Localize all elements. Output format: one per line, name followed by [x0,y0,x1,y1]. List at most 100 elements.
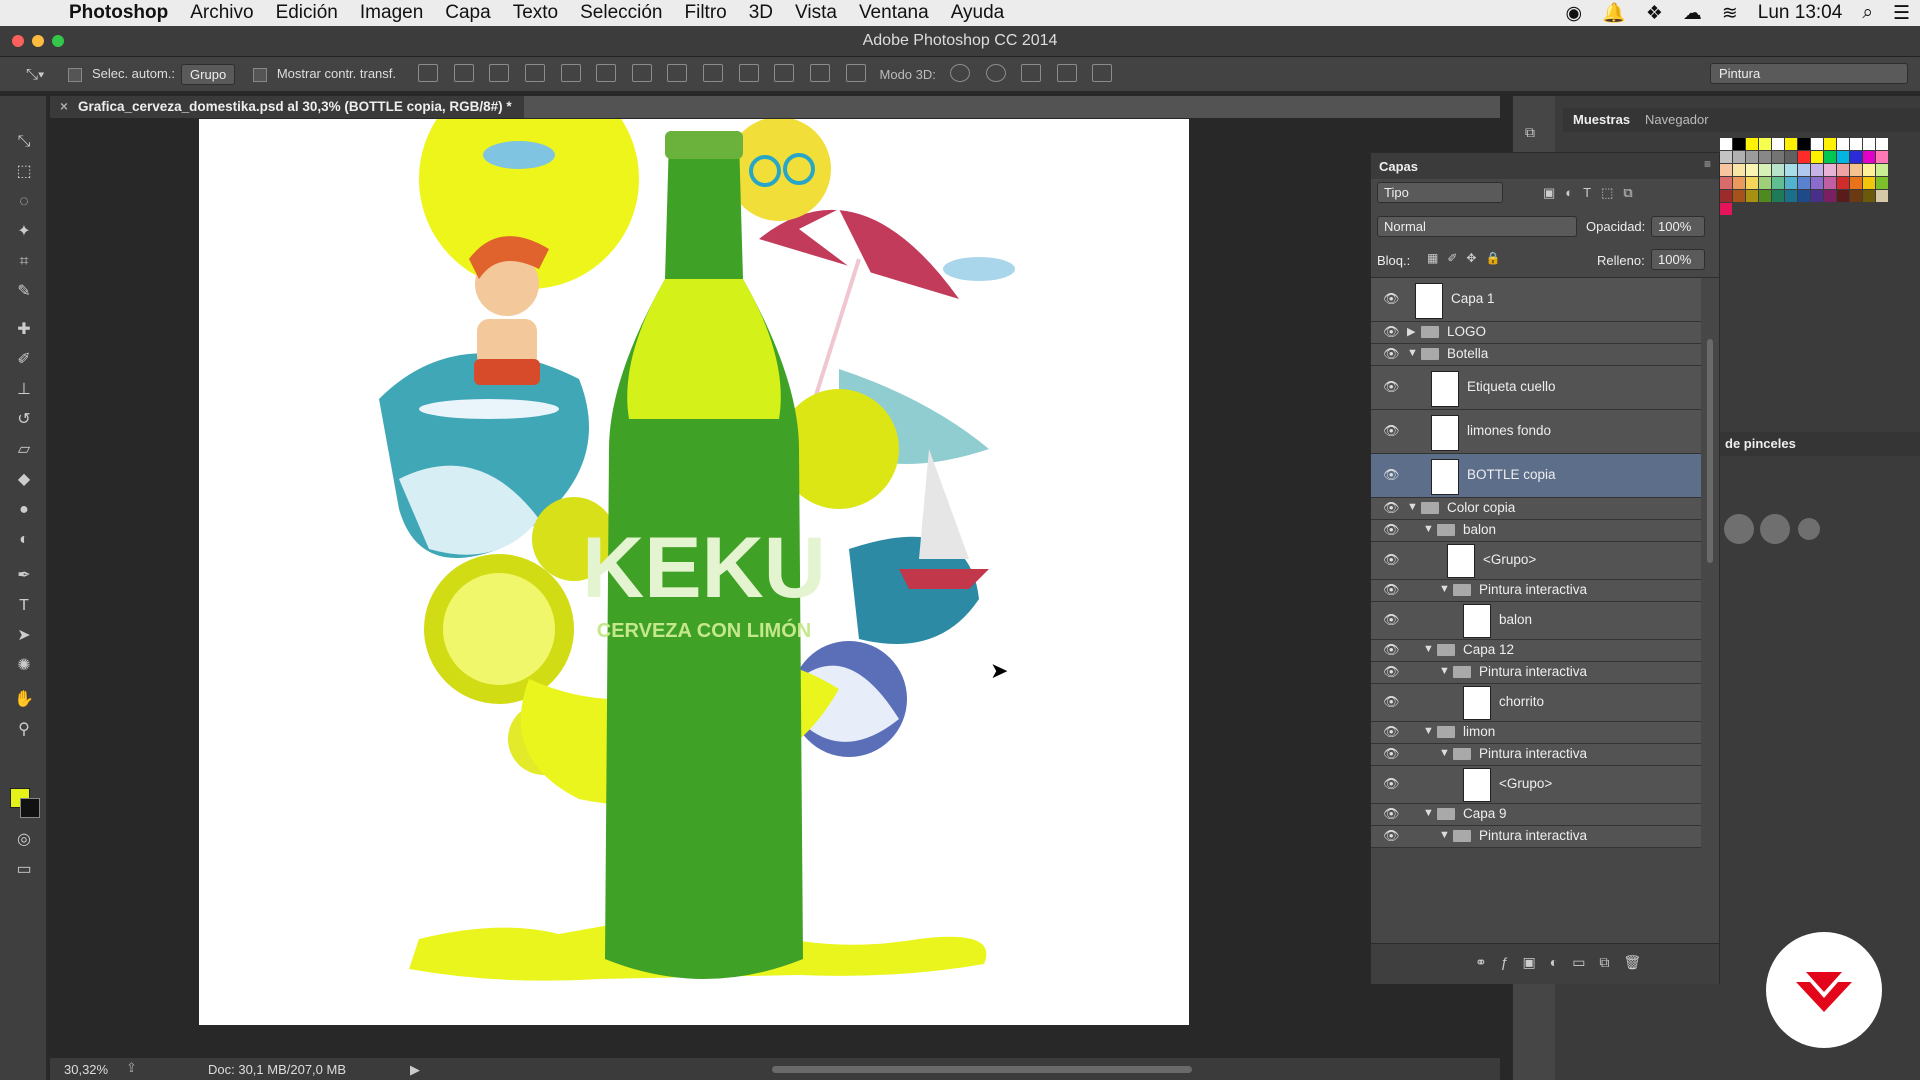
visibility-eye-icon[interactable]: 👁 [1383,291,1400,307]
collapse-group-icon[interactable]: ▼ [1423,807,1434,819]
visibility-eye-icon[interactable]: 👁 [1383,664,1400,680]
document-canvas[interactable]: KEKU CERVEZA CON LIMÓN [199,119,1189,1025]
color-swatch[interactable] [1837,164,1849,176]
doc-size-info[interactable]: Doc: 30,1 MB/207,0 MB [208,1062,346,1077]
lasso-tool-icon[interactable]: ◌ [14,192,34,212]
align-hcenter-icon[interactable] [560,63,581,82]
background-color-swatch[interactable] [20,798,40,818]
layer-actions-icons[interactable]: ⚭ƒ▣◐▭⧉🗑 [1475,954,1655,971]
color-swatch[interactable] [1876,151,1888,163]
color-swatch[interactable] [1785,164,1797,176]
color-swatch[interactable] [1850,138,1862,150]
color-swatch[interactable] [1850,177,1862,189]
distribute-bottom-icon[interactable] [703,63,724,82]
opacity-field[interactable]: 100% [1651,216,1705,237]
color-swatch[interactable] [1863,164,1875,176]
visibility-eye-icon[interactable]: 👁 [1383,776,1400,792]
color-swatch[interactable] [1824,177,1836,189]
menu-archivo[interactable]: Archivo [179,2,264,24]
brush-tool-icon[interactable]: ✐ [14,350,34,370]
blur-tool-icon[interactable]: ● [14,500,34,520]
color-swatch[interactable] [1759,151,1771,163]
auto-select-dropdown[interactable]: Grupo [181,63,236,85]
zoom-tool-icon[interactable]: ⚲ [14,720,34,740]
move-tool-preset-icon[interactable]: ⤡▾ [26,66,44,83]
marquee-tool-icon[interactable]: ⬚ [14,162,34,182]
visibility-eye-icon[interactable]: 👁 [1383,828,1400,844]
menu-imagen[interactable]: Imagen [349,2,434,24]
color-swatch[interactable] [1863,151,1875,163]
color-swatch[interactable] [1811,164,1823,176]
layer-row[interactable]: 👁 chorrito [1371,684,1701,722]
visibility-eye-icon[interactable]: 👁 [1383,324,1400,340]
color-swatch[interactable] [1824,190,1836,202]
record-icon[interactable]: ◉ [1566,2,1583,25]
visibility-eye-icon[interactable]: 👁 [1383,746,1400,762]
type-tool-icon[interactable]: T [14,596,34,616]
color-swatch[interactable] [1720,177,1732,189]
custom-shape-tool-icon[interactable]: ✺ [14,656,34,676]
color-swatch[interactable] [1759,164,1771,176]
panel-menu-icon[interactable]: ≡ [1704,157,1711,171]
layer-row[interactable]: 👁 <Grupo> [1371,542,1701,580]
hand-tool-icon[interactable]: ✋ [14,690,34,710]
layer-group-row[interactable]: 👁 ▼ Color copia [1371,498,1701,520]
visibility-eye-icon[interactable]: 👁 [1383,500,1400,516]
layer-group-row[interactable]: 👁 ▼ Capa 9 [1371,804,1701,826]
distribute-right-icon[interactable] [809,63,830,82]
color-swatch[interactable] [1876,164,1888,176]
layer-filter-icons[interactable]: ▣◐T⬚⧉ [1543,185,1643,201]
visibility-eye-icon[interactable]: 👁 [1383,694,1400,710]
collapse-group-icon[interactable]: ▼ [1439,665,1450,677]
color-swatch[interactable] [1733,164,1745,176]
color-swatch[interactable] [1785,138,1797,150]
tab-navegador[interactable]: Navegador [1645,112,1709,127]
wifi-icon[interactable]: ≋ [1722,2,1738,25]
color-swatch[interactable] [1863,138,1875,150]
color-swatch[interactable] [1798,164,1810,176]
color-swatch[interactable] [1759,190,1771,202]
layer-row[interactable]: 👁 balon [1371,602,1701,640]
expand-group-icon[interactable]: ▶ [1407,325,1415,338]
color-swatch[interactable] [1759,177,1771,189]
distribute-vcenter-icon[interactable] [667,63,688,82]
menu-ayuda[interactable]: Ayuda [940,2,1016,24]
collapse-group-icon[interactable]: ▼ [1439,583,1450,595]
layer-row[interactable]: 👁 limones fondo [1371,410,1701,454]
color-swatch[interactable] [1850,164,1862,176]
crop-tool-icon[interactable]: ⌗ [14,252,34,272]
magic-wand-tool-icon[interactable]: ✦ [14,222,34,242]
document-tab[interactable]: × Grafica_cerveza_domestika.psd al 30,3%… [50,96,524,118]
align-bottom-icon[interactable] [489,63,510,82]
distribute-top-icon[interactable] [631,63,652,82]
color-swatch[interactable] [1876,190,1888,202]
distribute-left-icon[interactable] [738,63,759,82]
color-swatch[interactable] [1837,138,1849,150]
layer-group-row[interactable]: 👁 ▼ Pintura interactiva [1371,826,1701,848]
color-swatch[interactable] [1811,190,1823,202]
color-swatch[interactable] [1720,190,1732,202]
layer-row[interactable]: 👁 Etiqueta cuello [1371,366,1701,410]
clock[interactable]: Lun 13:04 [1758,2,1843,24]
show-transform-checkbox[interactable] [253,67,268,82]
canvas-area[interactable]: KEKU CERVEZA CON LIMÓN ➤ [50,118,1500,1058]
move-tool-icon[interactable]: ⤡ [14,132,34,152]
layer-row[interactable]: 👁 BOTTLE copia [1371,454,1701,498]
menu-texto[interactable]: Texto [502,2,569,24]
layer-row[interactable]: 👁 Capa 1 [1371,278,1701,322]
color-swatch[interactable] [1876,177,1888,189]
horizontal-scrollbar[interactable] [772,1066,1192,1073]
color-swatch[interactable] [1837,190,1849,202]
history-panel-icon[interactable]: ⧉ [1525,124,1535,141]
color-swatch[interactable] [1811,151,1823,163]
align-top-icon[interactable] [418,63,439,82]
color-swatch[interactable] [1746,151,1758,163]
menu-filtro[interactable]: Filtro [674,2,738,24]
share-icon[interactable]: ⇪ [126,1060,137,1076]
menu-capa[interactable]: Capa [434,2,501,24]
visibility-eye-icon[interactable]: 👁 [1383,467,1400,483]
creative-cloud-icon[interactable]: ☁ [1683,2,1702,25]
layers-panel-title[interactable]: Capas [1379,159,1418,174]
visibility-eye-icon[interactable]: 👁 [1383,346,1400,362]
collapse-group-icon[interactable]: ▼ [1439,829,1450,841]
